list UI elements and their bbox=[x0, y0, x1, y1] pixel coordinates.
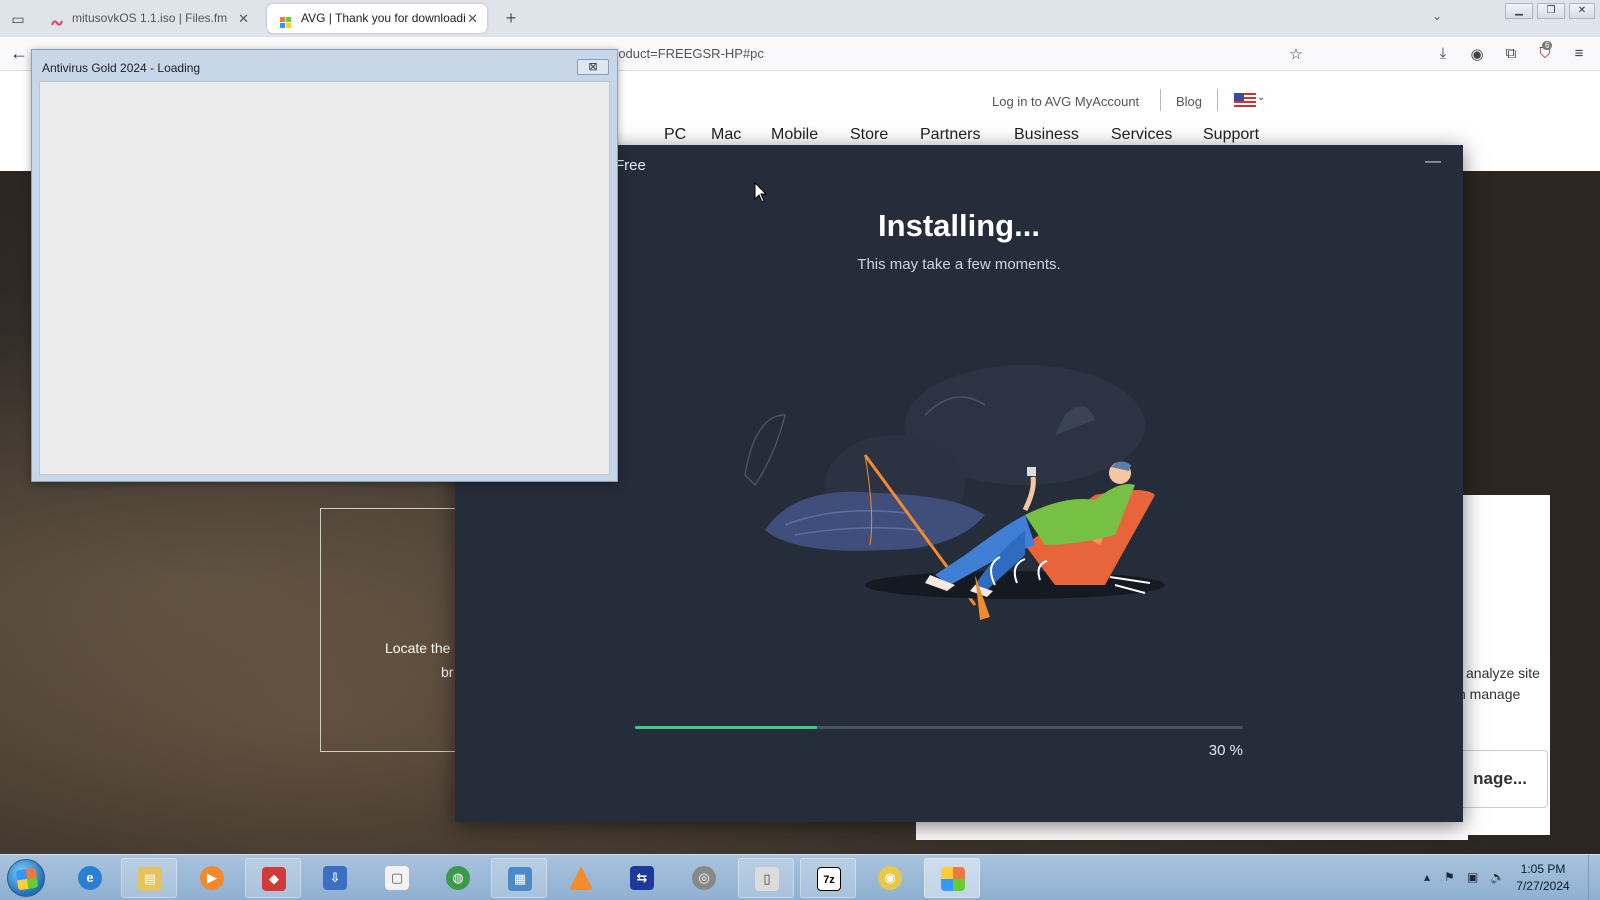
close-window-button[interactable]: ✕ bbox=[1569, 3, 1595, 19]
taskbar-vlc-icon[interactable] bbox=[553, 858, 609, 898]
page-footer-strip bbox=[916, 822, 1468, 840]
menu-hamburger-icon[interactable]: ≡ bbox=[1569, 45, 1589, 62]
new-tab-button[interactable]: + bbox=[498, 5, 524, 31]
loading-window-body bbox=[39, 81, 610, 475]
taskbar-control-panel-icon[interactable]: ▦ bbox=[491, 858, 547, 898]
nav-support[interactable]: Support bbox=[1203, 126, 1259, 144]
close-tab-icon[interactable]: ✕ bbox=[467, 4, 478, 33]
taskbar-cd-icon[interactable]: ◉ bbox=[862, 858, 918, 898]
taskbar-internet-explorer-icon[interactable]: e bbox=[62, 858, 118, 898]
divider bbox=[1217, 89, 1218, 111]
extensions-icon[interactable]: ⧉ bbox=[1501, 45, 1521, 62]
volume-icon[interactable]: 🔈 bbox=[1490, 870, 1505, 884]
tab-title: AVG | Thank you for downloadi bbox=[301, 11, 466, 25]
browser-tab-bar: ▭ mitusovkOS 1.1.iso | Files.fm ✕ AVG | … bbox=[0, 0, 1600, 37]
us-flag-icon[interactable] bbox=[1234, 93, 1256, 107]
windows-logo-icon bbox=[15, 867, 39, 891]
nav-pc[interactable]: PC bbox=[664, 126, 686, 144]
instruction-text: Locate the bbox=[385, 640, 451, 656]
taskbar-globe-icon[interactable]: ◍ bbox=[430, 858, 486, 898]
taskbar-speaker-icon[interactable]: ◎ bbox=[676, 858, 732, 898]
taskbar-box-icon[interactable]: ▢ bbox=[369, 858, 425, 898]
action-center-flag-icon[interactable]: ⚑ bbox=[1444, 870, 1455, 884]
minimize-icon[interactable]: — bbox=[1425, 153, 1441, 171]
taskbar-file-explorer-icon[interactable]: ▤ bbox=[121, 858, 177, 898]
files-fm-favicon-icon bbox=[50, 12, 64, 26]
browser-tab-avg[interactable]: AVG | Thank you for downloadi ✕ bbox=[267, 4, 487, 33]
taskbar-media-player-icon[interactable]: ▶ bbox=[184, 858, 240, 898]
antivirus-gold-loading-window: Antivirus Gold 2024 - Loading ⊠ bbox=[31, 49, 618, 482]
window-title: Antivirus Gold 2024 - Loading bbox=[42, 61, 201, 75]
chevron-down-icon[interactable]: ⌄ bbox=[1257, 92, 1265, 103]
divider bbox=[1160, 89, 1161, 111]
back-arrow-icon[interactable]: ← bbox=[10, 43, 28, 64]
account-icon[interactable]: ◉ bbox=[1467, 45, 1487, 63]
taskbar-disk-tool-icon[interactable]: ▯ bbox=[738, 858, 794, 898]
restore-window-button[interactable]: ❐ bbox=[1537, 3, 1565, 19]
taskbar-installer-icon[interactable]: ⇩ bbox=[307, 858, 363, 898]
instruction-text: br bbox=[441, 664, 454, 680]
blog-link[interactable]: Blog bbox=[1176, 94, 1202, 109]
instruction-box bbox=[320, 508, 460, 752]
clock-date: 7/27/2024 bbox=[1516, 879, 1570, 893]
taskbar-red-app-icon[interactable]: ◆ bbox=[245, 858, 301, 898]
nav-store[interactable]: Store bbox=[850, 126, 888, 144]
fishing-man-illustration bbox=[744, 365, 1165, 620]
side-card-text: n manage bbox=[1458, 686, 1521, 702]
bookmark-star-icon[interactable]: ☆ bbox=[1286, 45, 1306, 63]
taskbar-clock[interactable]: 1:05 PM 7/27/2024 bbox=[1508, 861, 1578, 895]
network-icon[interactable]: ▣ bbox=[1467, 870, 1478, 884]
nav-mobile[interactable]: Mobile bbox=[771, 126, 818, 144]
taskbar-7zip-icon[interactable]: 7z bbox=[800, 858, 856, 898]
login-link[interactable]: Log in to AVG MyAccount bbox=[992, 94, 1139, 109]
browser-tab-files[interactable]: mitusovkOS 1.1.iso | Files.fm ✕ bbox=[38, 4, 258, 33]
progress-percentage: 30 % bbox=[1208, 742, 1243, 759]
taskbar-network-app-icon[interactable]: ⇆ bbox=[614, 858, 670, 898]
tab-list-icon[interactable]: ▭ bbox=[8, 9, 28, 29]
install-progress-fill bbox=[635, 726, 818, 729]
download-icon[interactable]: ⤓ bbox=[1433, 45, 1453, 62]
start-button[interactable] bbox=[7, 859, 45, 897]
minimize-window-button[interactable]: ▁ bbox=[1505, 3, 1533, 19]
taskbar-avg-setup-icon[interactable] bbox=[924, 858, 980, 898]
nav-partners[interactable]: Partners bbox=[920, 126, 980, 144]
clock-time: 1:05 PM bbox=[1520, 862, 1566, 876]
installer-title: Free bbox=[615, 157, 646, 174]
address-bar[interactable]: roduct=FREEGSR-HP#pc bbox=[614, 46, 764, 61]
show-desktop-button[interactable] bbox=[1588, 855, 1600, 900]
install-progress-bar bbox=[635, 726, 1243, 729]
close-window-button[interactable]: ⊠ bbox=[577, 59, 609, 75]
chevron-down-icon[interactable]: ⌄ bbox=[1432, 9, 1442, 23]
nav-services[interactable]: Services bbox=[1111, 126, 1172, 144]
nav-mac[interactable]: Mac bbox=[711, 126, 741, 144]
side-card-text: analyze site bbox=[1466, 665, 1540, 681]
tab-title: mitusovkOS 1.1.iso | Files.fm bbox=[72, 11, 228, 25]
close-tab-icon[interactable]: ✕ bbox=[238, 4, 249, 33]
nav-business[interactable]: Business bbox=[1014, 126, 1079, 144]
avg-favicon-icon bbox=[279, 12, 293, 28]
tray-expand-icon[interactable]: ▴ bbox=[1424, 870, 1430, 884]
windows-taskbar: e ▤ ▶ ◆ ⇩ ▢ ◍ ▦ ⇆ ◎ ▯ 7z ◉ ▴ ⚑ ▣ 🔈 1:05 … bbox=[0, 854, 1600, 900]
mouse-cursor-icon bbox=[754, 182, 768, 203]
